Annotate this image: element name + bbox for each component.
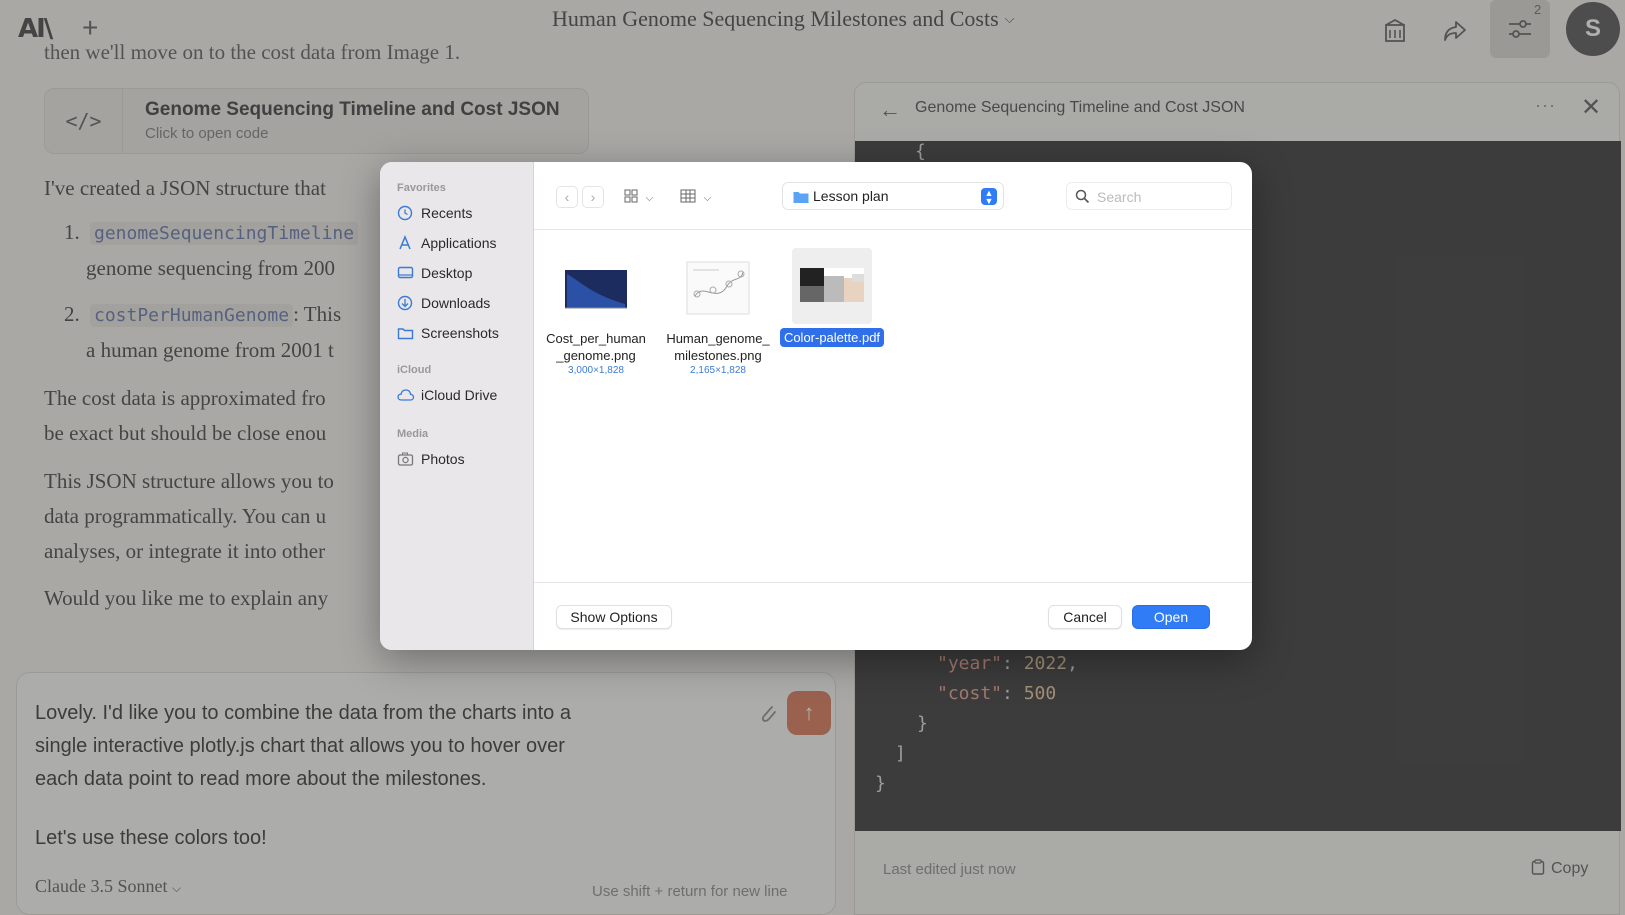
file-thumbnail	[792, 248, 872, 324]
file-name: Cost_per_human _genome.png	[536, 330, 656, 364]
file-item-selected[interactable]: Color-palette.pdf	[772, 248, 892, 347]
file-dimensions: 2,165×1,828	[690, 365, 746, 376]
cancel-button[interactable]: Cancel	[1048, 605, 1122, 629]
cloud-icon	[397, 389, 415, 401]
file-item[interactable]: Cost_per_human _genome.png 3,000×1,828	[536, 252, 656, 376]
sidebar-item-label: Desktop	[421, 265, 473, 281]
sidebar-section-media: Media	[397, 428, 429, 440]
sidebar-section-icloud: iCloud	[397, 364, 432, 376]
show-options-button[interactable]: Show Options	[556, 605, 672, 629]
file-name-line: milestones.png	[674, 348, 762, 363]
up-down-chevron-icon: ▲ ▼	[981, 188, 997, 206]
group-by-toggle[interactable]: ⌵	[680, 186, 722, 208]
file-dimensions: 3,000×1,828	[568, 365, 624, 376]
file-name: Color-palette.pdf	[772, 328, 892, 347]
search-placeholder: Search	[1097, 189, 1142, 205]
sidebar-item-photos[interactable]: Photos	[397, 448, 465, 470]
file-thumbnail	[683, 252, 753, 322]
file-name-line: Human_genome_	[666, 331, 770, 346]
folder-icon	[793, 192, 809, 203]
file-open-dialog: Favorites Recents Applications Desktop D…	[380, 162, 1252, 650]
sidebar-section-favorites: Favorites	[397, 182, 446, 194]
chevron-down-icon: ⌵	[703, 193, 712, 204]
folder-icon	[397, 328, 414, 340]
sidebar-item-recents[interactable]: Recents	[397, 202, 472, 224]
icon-view-toggle[interactable]: ⌵	[624, 186, 666, 208]
clock-icon	[397, 205, 413, 221]
sidebar-item-label: Downloads	[421, 295, 491, 311]
location-name: Lesson plan	[813, 188, 889, 204]
file-name: Human_genome_ milestones.png	[658, 330, 778, 364]
camera-icon	[397, 452, 414, 466]
search-icon	[1075, 189, 1090, 204]
dialog-sidebar: Favorites Recents Applications Desktop D…	[380, 162, 534, 650]
file-name-line: _genome.png	[556, 348, 636, 363]
open-button[interactable]: Open	[1132, 605, 1210, 629]
file-name-highlight: Color-palette.pdf	[779, 328, 885, 347]
sidebar-item-applications[interactable]: Applications	[397, 232, 497, 254]
sidebar-item-downloads[interactable]: Downloads	[397, 292, 490, 314]
dialog-toolbar: ‹ › ⌵ ⌵ Lesson plan ▲ ▼ Search	[534, 162, 1252, 230]
sidebar-item-icloud-drive[interactable]: iCloud Drive	[397, 384, 497, 406]
sidebar-item-label: Applications	[421, 235, 497, 251]
download-icon	[397, 295, 413, 311]
applications-icon	[399, 235, 411, 250]
file-name-line: Cost_per_human	[546, 331, 646, 346]
sidebar-item-label: Photos	[421, 451, 465, 467]
file-thumbnail	[561, 252, 631, 322]
image-thumbnail	[565, 270, 627, 309]
sidebar-item-label: Recents	[421, 205, 473, 221]
pdf-thumbnail	[800, 268, 864, 302]
grid-view-icon	[624, 189, 638, 203]
dialog-main: ‹ › ⌵ ⌵ Lesson plan ▲ ▼ Search Cost_per_…	[534, 162, 1252, 650]
sidebar-item-desktop[interactable]: Desktop	[397, 262, 472, 284]
sidebar-item-label: iCloud Drive	[421, 387, 498, 403]
image-thumbnail	[686, 261, 750, 315]
chevron-down-icon: ⌵	[645, 193, 654, 204]
group-grid-icon	[680, 189, 696, 203]
sidebar-item-screenshots[interactable]: Screenshots	[397, 322, 499, 344]
sidebar-item-label: Screenshots	[421, 325, 499, 341]
desktop-icon	[397, 266, 414, 279]
back-chevron-icon[interactable]: ‹	[556, 186, 578, 208]
dialog-footer: Show Options Cancel Open	[534, 582, 1252, 650]
location-dropdown[interactable]: Lesson plan ▲ ▼	[782, 182, 1004, 210]
search-field[interactable]: Search	[1066, 182, 1232, 210]
file-item[interactable]: Human_genome_ milestones.png 2,165×1,828	[658, 252, 778, 376]
forward-chevron-icon[interactable]: ›	[582, 186, 604, 208]
